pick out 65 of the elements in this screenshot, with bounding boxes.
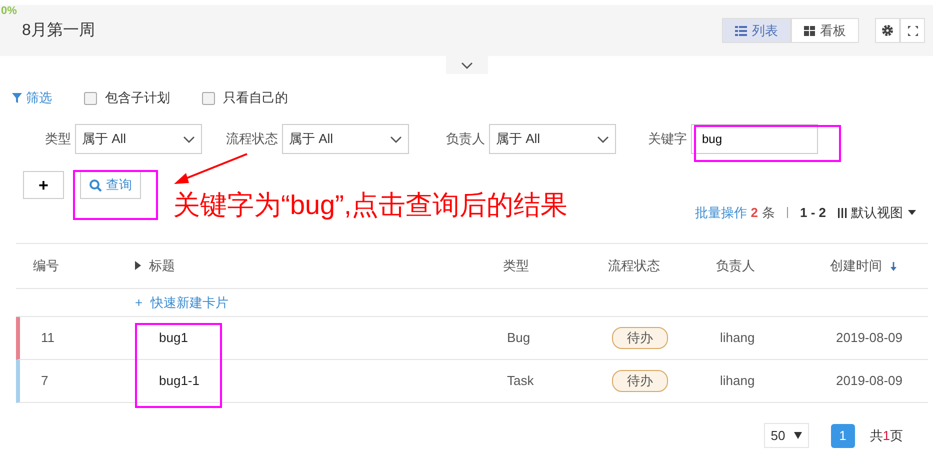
batch-operation-count[interactable]: 批量操作 2: [695, 203, 758, 222]
sort-down-icon: [890, 262, 897, 270]
view-tab[interactable]: 看板: [791, 18, 859, 43]
status-tag: 待办: [612, 370, 668, 392]
column-header: 类型: [503, 257, 529, 276]
filter-select[interactable]: 属于 All: [489, 124, 616, 154]
filter-label: 流程状态: [226, 130, 278, 148]
filter-label: 负责人: [446, 130, 485, 148]
search-icon: [89, 178, 102, 192]
filter-select[interactable]: 属于 All: [75, 124, 202, 154]
chevron-down-icon: [183, 134, 195, 144]
type-cell: Bug: [507, 330, 530, 346]
filter-icon: [12, 93, 22, 103]
caret-icon: [794, 432, 802, 439]
caret-icon: [907, 208, 917, 218]
page-size-select[interactable]: 50: [764, 423, 809, 448]
status-tag: 待办: [612, 327, 668, 349]
keyword-field[interactable]: bug: [691, 124, 818, 154]
id-cell: 7: [41, 373, 48, 388]
caret-right-icon: [135, 261, 141, 270]
count-unit: 条: [762, 204, 775, 222]
list-icon: [735, 26, 747, 36]
view-dropdown[interactable]: 默认视图: [838, 203, 917, 222]
annotation-caption: 关键字为“bug”,点击查询后的结果: [173, 189, 568, 222]
column-header: 编号: [33, 257, 59, 276]
progress-label: 0%: [1, 4, 17, 19]
column-header: 流程状态: [608, 257, 660, 276]
title-cell[interactable]: bug1-1: [159, 373, 200, 388]
date-cell: 2019-08-09: [836, 330, 902, 346]
title-cell[interactable]: bug1: [159, 330, 188, 346]
page-title: 8月第一周: [22, 20, 95, 40]
add-button[interactable]: +: [23, 171, 64, 199]
date-cell: 2019-08-09: [836, 373, 902, 388]
filter-label: 类型: [45, 130, 71, 148]
settings-button[interactable]: [875, 18, 900, 43]
column-header: 负责人: [716, 257, 755, 276]
assignee-cell: lihang: [720, 373, 755, 388]
columns-icon: [838, 208, 847, 218]
id-cell: 11: [41, 330, 54, 346]
column-header[interactable]: 创建时间: [830, 256, 897, 276]
page-total: 共1页: [870, 426, 903, 445]
view-tab[interactable]: 列表: [722, 18, 791, 43]
table-row[interactable]: 7 bug1-1 Task 待办 lihang 2019-08-09: [16, 360, 928, 403]
type-cell: Task: [507, 373, 534, 388]
filter-select[interactable]: 属于 All: [282, 124, 409, 154]
fullscreen-button[interactable]: [900, 18, 925, 43]
range-text: 1 - 2: [800, 204, 826, 222]
expand-icon: [908, 26, 918, 36]
collapse-toggle[interactable]: [446, 56, 488, 74]
table-row[interactable]: 11 bug1 Bug 待办 lihang 2019-08-09: [16, 317, 928, 360]
filter-link[interactable]: 筛选: [12, 88, 52, 108]
grid-icon: [804, 26, 815, 36]
chevron-down-icon: [460, 60, 472, 70]
filter-label: 关键字: [648, 130, 687, 148]
chevron-down-icon: [597, 134, 609, 144]
checkbox-label: 只看自己的: [223, 89, 288, 108]
checkbox[interactable]: [202, 92, 215, 104]
search-button[interactable]: 查询: [80, 171, 141, 199]
assignee-cell: lihang: [720, 330, 755, 346]
checkbox[interactable]: [84, 92, 97, 104]
column-header: 标题: [135, 256, 175, 276]
chevron-down-icon: [390, 134, 402, 144]
settings-icon: [881, 24, 894, 37]
quick-create-link[interactable]: + 快速新建卡片: [135, 292, 229, 312]
checkbox-label: 包含子计划: [105, 89, 170, 108]
